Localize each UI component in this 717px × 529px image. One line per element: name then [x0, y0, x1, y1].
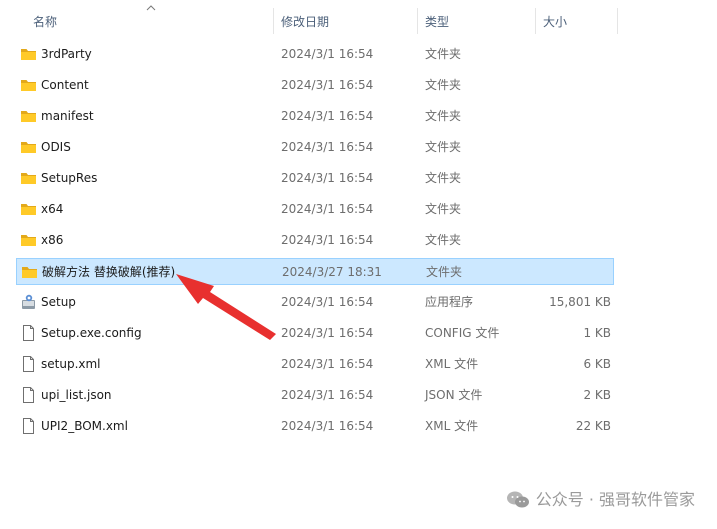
file-row[interactable]: 3rdParty 2024/3/1 16:54 文件夹: [16, 41, 614, 68]
file-date-modified: 2024/3/1 16:54: [281, 419, 374, 433]
column-divider[interactable]: [273, 8, 274, 34]
file-icon: [20, 418, 37, 434]
column-header: 名称 修改日期 类型 大小: [0, 0, 717, 38]
file-row[interactable]: upi_list.json 2024/3/1 16:54 JSON 文件 2 KB: [16, 382, 614, 409]
file-type: 文件夹: [425, 78, 462, 92]
file-name: 破解方法 替换破解(推荐): [42, 265, 176, 279]
wechat-logo-icon: [506, 491, 529, 508]
file-row-selected[interactable]: 破解方法 替换破解(推荐) 2024/3/27 18:31 文件夹: [16, 258, 614, 285]
file-row[interactable]: Content 2024/3/1 16:54 文件夹: [16, 72, 614, 99]
folder-icon: [20, 232, 37, 248]
file-date-modified: 2024/3/1 16:54: [281, 47, 374, 61]
folder-icon: [20, 170, 37, 186]
file-date-modified: 2024/3/1 16:54: [281, 233, 374, 247]
column-size-header[interactable]: 大小: [543, 13, 567, 31]
folder-icon: [20, 201, 37, 217]
file-icon: [20, 325, 37, 341]
file-type: 应用程序: [425, 295, 474, 309]
file-row[interactable]: Setup 2024/3/1 16:54 应用程序 15,801 KB: [16, 289, 614, 316]
file-size: 6 KB: [583, 357, 611, 371]
folder-icon: [21, 264, 38, 280]
file-date-modified: 2024/3/1 16:54: [281, 388, 374, 402]
file-row[interactable]: UPI2_BOM.xml 2024/3/1 16:54 XML 文件 22 KB: [16, 413, 614, 440]
file-row[interactable]: Setup.exe.config 2024/3/1 16:54 CONFIG 文件 1…: [16, 320, 614, 347]
file-name: Setup: [41, 295, 76, 309]
file-date-modified: 2024/3/1 16:54: [281, 78, 374, 92]
file-name: upi_list.json: [41, 388, 112, 402]
file-size: 22 KB: [575, 419, 611, 433]
file-size: 2 KB: [583, 388, 611, 402]
column-type-header[interactable]: 类型: [425, 13, 449, 31]
file-type: 文件夹: [426, 265, 463, 279]
file-row[interactable]: setup.xml 2024/3/1 16:54 XML 文件 6 KB: [16, 351, 614, 378]
column-date-header[interactable]: 修改日期: [281, 13, 329, 31]
file-type: 文件夹: [425, 233, 462, 247]
folder-icon: [20, 46, 37, 62]
file-date-modified: 2024/3/27 18:31: [282, 265, 382, 279]
file-icon: [20, 356, 37, 372]
file-date-modified: 2024/3/1 16:54: [281, 140, 374, 154]
file-type: 文件夹: [425, 202, 462, 216]
file-date-modified: 2024/3/1 16:54: [281, 171, 374, 185]
column-divider[interactable]: [417, 8, 418, 34]
file-name: Content: [41, 78, 89, 92]
file-size: 1 KB: [583, 326, 611, 340]
column-divider[interactable]: [617, 8, 618, 34]
watermark-text: 公众号 · 强哥软件管家: [535, 490, 695, 509]
file-name: x64: [41, 202, 64, 216]
file-row[interactable]: manifest 2024/3/1 16:54 文件夹: [16, 103, 614, 130]
file-date-modified: 2024/3/1 16:54: [281, 326, 374, 340]
folder-icon: [20, 77, 37, 93]
file-name: manifest: [41, 109, 94, 123]
watermark: 公众号 · 强哥软件管家: [506, 489, 695, 511]
file-date-modified: 2024/3/1 16:54: [281, 295, 374, 309]
file-type: CONFIG 文件: [425, 326, 500, 340]
file-date-modified: 2024/3/1 16:54: [281, 202, 374, 216]
file-type: 文件夹: [425, 47, 462, 61]
file-type: 文件夹: [425, 171, 462, 185]
file-row[interactable]: SetupRes 2024/3/1 16:54 文件夹: [16, 165, 614, 192]
file-type: JSON 文件: [425, 388, 483, 402]
file-name: x86: [41, 233, 64, 247]
file-date-modified: 2024/3/1 16:54: [281, 109, 374, 123]
column-divider[interactable]: [535, 8, 536, 34]
file-name: Setup.exe.config: [41, 326, 142, 340]
file-icon: [20, 387, 37, 403]
file-type: 文件夹: [425, 109, 462, 123]
folder-icon: [20, 108, 37, 124]
file-type: 文件夹: [425, 140, 462, 154]
file-row[interactable]: x64 2024/3/1 16:54 文件夹: [16, 196, 614, 223]
file-name: UPI2_BOM.xml: [41, 419, 128, 433]
column-name-header[interactable]: 名称: [33, 13, 57, 31]
file-type: XML 文件: [425, 419, 479, 433]
file-size: 15,801 KB: [549, 295, 611, 309]
red-pointer-arrow-icon: [176, 274, 276, 340]
file-date-modified: 2024/3/1 16:54: [281, 357, 374, 371]
file-row[interactable]: ODIS 2024/3/1 16:54 文件夹: [16, 134, 614, 161]
file-name: SetupRes: [41, 171, 98, 185]
file-name: ODIS: [41, 140, 71, 154]
file-type: XML 文件: [425, 357, 479, 371]
file-name: 3rdParty: [41, 47, 92, 61]
file-row[interactable]: x86 2024/3/1 16:54 文件夹: [16, 227, 614, 254]
setup-app-icon: [20, 294, 37, 310]
sort-ascending-icon[interactable]: [146, 4, 156, 11]
folder-icon: [20, 139, 37, 155]
file-name: setup.xml: [41, 357, 101, 371]
